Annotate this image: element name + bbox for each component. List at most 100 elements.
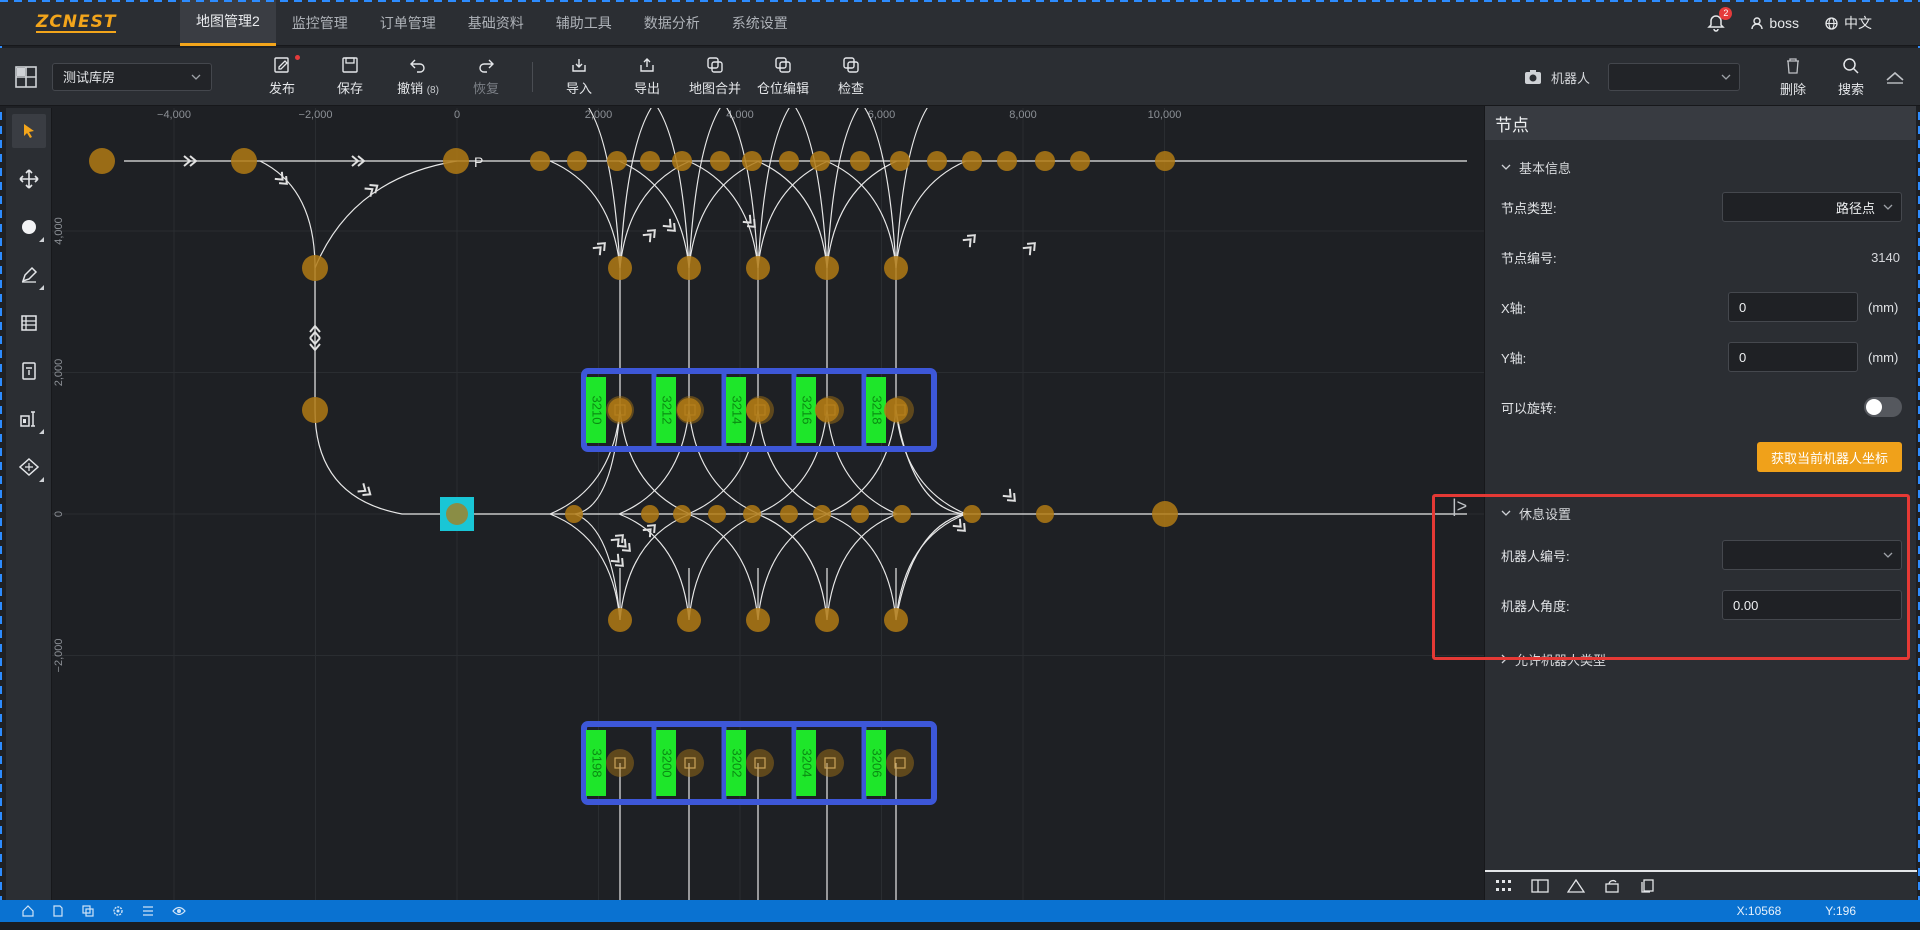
map-node[interactable] (815, 608, 839, 632)
shelf-tool[interactable] (12, 306, 46, 340)
eye-icon[interactable] (172, 905, 186, 917)
map-node[interactable] (743, 505, 761, 523)
publish-button[interactable]: 发布 (248, 55, 316, 97)
section-allowed-robot-types[interactable]: 允许机器人类型 (1485, 642, 1916, 676)
map-node[interactable] (443, 148, 469, 174)
move-tool[interactable] (12, 162, 46, 196)
x-input[interactable]: 0 (1728, 292, 1858, 322)
map-node[interactable] (608, 256, 632, 280)
map-node[interactable] (746, 608, 770, 632)
map-node[interactable] (89, 148, 115, 174)
map-node[interactable] (231, 148, 257, 174)
file-icon[interactable] (52, 905, 64, 917)
map-node[interactable] (851, 505, 869, 523)
map-node[interactable] (677, 398, 701, 422)
map-node[interactable] (673, 505, 691, 523)
tab-basic-data[interactable]: 基础资料 (452, 0, 540, 46)
save-button[interactable]: 保存 (316, 56, 384, 97)
map-node[interactable] (302, 255, 328, 281)
map-canvas[interactable]: −4,000 −2,000 0 2,000 4,000 6,000 8,000 10,000 … (52, 108, 1484, 900)
map-node[interactable] (850, 151, 870, 171)
map-node[interactable] (963, 505, 981, 523)
camera-icon[interactable] (1523, 68, 1543, 86)
map-node[interactable] (608, 398, 632, 422)
map-node[interactable] (746, 256, 770, 280)
collapse-up-icon[interactable] (1884, 69, 1906, 85)
rotate-toggle[interactable] (1864, 397, 1902, 417)
tab-monitoring[interactable]: 监控管理 (276, 0, 364, 46)
robot-angle-input[interactable]: 0.00 (1722, 590, 1902, 620)
map-merge-button[interactable]: 地图合并 (681, 56, 749, 97)
map-node[interactable] (1152, 501, 1178, 527)
layers-icon[interactable] (82, 905, 94, 917)
map-node[interactable] (890, 151, 910, 171)
redo-button[interactable]: 恢复 (452, 56, 520, 97)
map-node[interactable] (1070, 151, 1090, 171)
map-node[interactable] (813, 505, 831, 523)
copy-icon[interactable] (1639, 879, 1655, 893)
tab-tools[interactable]: 辅助工具 (540, 0, 628, 46)
y-input[interactable]: 0 (1728, 342, 1858, 372)
map-node[interactable] (927, 151, 947, 171)
tab-map-management[interactable]: 地图管理2 (180, 0, 276, 46)
home-icon[interactable] (22, 905, 34, 917)
language-switch[interactable]: 中文 (1825, 13, 1872, 33)
tab-analytics[interactable]: 数据分析 (628, 0, 716, 46)
warehouse-select[interactable]: 测试库房 (52, 62, 212, 91)
map-node[interactable] (810, 151, 830, 171)
list-icon[interactable] (142, 905, 154, 917)
section-rest-settings[interactable]: 休息设置 (1485, 496, 1916, 530)
map-node[interactable] (746, 398, 770, 422)
export-button[interactable]: 导出 (613, 56, 681, 97)
get-robot-position-button[interactable]: 获取当前机器人坐标 (1756, 442, 1902, 472)
pen-tool[interactable] (12, 258, 46, 292)
map-node[interactable] (567, 151, 587, 171)
map-node[interactable] (884, 608, 908, 632)
map-node[interactable] (672, 151, 692, 171)
map-node[interactable] (962, 151, 982, 171)
grid-dots-icon[interactable] (1495, 879, 1513, 893)
map-node[interactable] (1155, 151, 1175, 171)
gear-icon[interactable] (112, 905, 124, 917)
map-node[interactable] (710, 151, 730, 171)
map-node[interactable] (607, 151, 627, 171)
map-node[interactable] (884, 256, 908, 280)
select-tool[interactable] (11, 114, 46, 148)
map-node[interactable] (893, 505, 911, 523)
map-node[interactable] (884, 398, 908, 422)
map-node[interactable] (779, 151, 799, 171)
station-tool[interactable] (12, 354, 46, 388)
panel-collapse-icon[interactable]: |> (1452, 496, 1467, 517)
layout-icon[interactable] (1531, 879, 1549, 893)
map-node[interactable] (608, 608, 632, 632)
map-node[interactable] (780, 505, 798, 523)
search-button[interactable]: 搜索 (1826, 57, 1876, 98)
map-node[interactable] (742, 151, 762, 171)
section-basic-info[interactable]: 基本信息 (1485, 150, 1916, 184)
delete-button[interactable]: 删除 (1768, 57, 1818, 98)
map-node[interactable] (708, 505, 726, 523)
map-node[interactable] (677, 608, 701, 632)
map-node[interactable] (677, 256, 701, 280)
map-node[interactable] (640, 151, 660, 171)
map-node[interactable] (997, 151, 1017, 171)
map-node[interactable] (1036, 505, 1054, 523)
map-node[interactable] (1035, 151, 1055, 171)
map-node[interactable] (530, 151, 550, 171)
notification-bell-icon[interactable]: 2 (1707, 7, 1733, 32)
tab-settings[interactable]: 系统设置 (716, 0, 804, 46)
charger-tool[interactable] (12, 402, 46, 436)
robot-id-select[interactable] (1722, 540, 1902, 570)
undo-button[interactable]: 撤销 (8) (384, 56, 452, 97)
node-tool[interactable] (12, 210, 46, 244)
triangle-icon[interactable] (1567, 879, 1585, 893)
area-tool[interactable] (12, 450, 46, 484)
map-node[interactable] (641, 505, 659, 523)
rotate-icon[interactable] (1603, 879, 1621, 893)
map-node[interactable] (302, 397, 328, 423)
tab-orders[interactable]: 订单管理 (364, 0, 452, 46)
check-button[interactable]: 检查 (817, 56, 885, 97)
map-node[interactable] (815, 398, 839, 422)
node-type-select[interactable]: 路径点 (1722, 192, 1902, 222)
robot-select[interactable] (1608, 63, 1740, 91)
